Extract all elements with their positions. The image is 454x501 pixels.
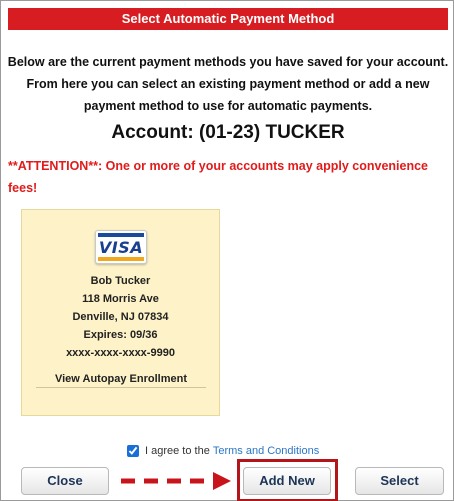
card-details: Bob Tucker 118 Morris Ave Denville, NJ 0… (22, 272, 219, 362)
dashed-arrow-icon (121, 472, 231, 490)
agree-checkbox[interactable] (127, 445, 139, 457)
dialog-title: Select Automatic Payment Method (8, 8, 448, 30)
intro-line-2: From here you can select an existing pay… (26, 77, 430, 91)
payment-method-card[interactable]: VISA Bob Tucker 118 Morris Ave Denville,… (21, 209, 220, 416)
intro-text: Below are the current payment methods yo… (7, 51, 449, 117)
close-button[interactable]: Close (21, 467, 109, 495)
card-holder-name: Bob Tucker (90, 275, 151, 287)
intro-line-3: payment method to use for automatic paym… (83, 99, 373, 113)
terms-and-conditions-link[interactable]: Terms and Conditions (213, 445, 319, 457)
terms-agreement: I agree to the Terms and Conditions (127, 443, 319, 459)
agree-text: I agree to the (145, 445, 210, 457)
card-expiration: Expires: 09/36 (83, 329, 158, 341)
view-autopay-enrollment-link[interactable]: View Autopay Enrollment (36, 373, 206, 388)
card-address-line-1: 118 Morris Ave (82, 293, 159, 305)
intro-line-1: Below are the current payment methods yo… (7, 55, 449, 69)
attention-notice: **ATTENTION**: One or more of your accou… (8, 159, 429, 195)
card-brand: VISA (98, 238, 144, 257)
add-new-button[interactable]: Add New (243, 467, 331, 495)
card-number: xxxx-xxxx-xxxx-9990 (66, 347, 175, 359)
card-address-line-2: Denville, NJ 07834 (72, 311, 169, 323)
account-heading: Account: (01-23) TUCKER (111, 122, 345, 143)
payment-method-dialog: Select Automatic Payment Method Below ar… (0, 0, 454, 501)
visa-card-icon: VISA (95, 230, 147, 264)
select-button[interactable]: Select (355, 467, 444, 495)
